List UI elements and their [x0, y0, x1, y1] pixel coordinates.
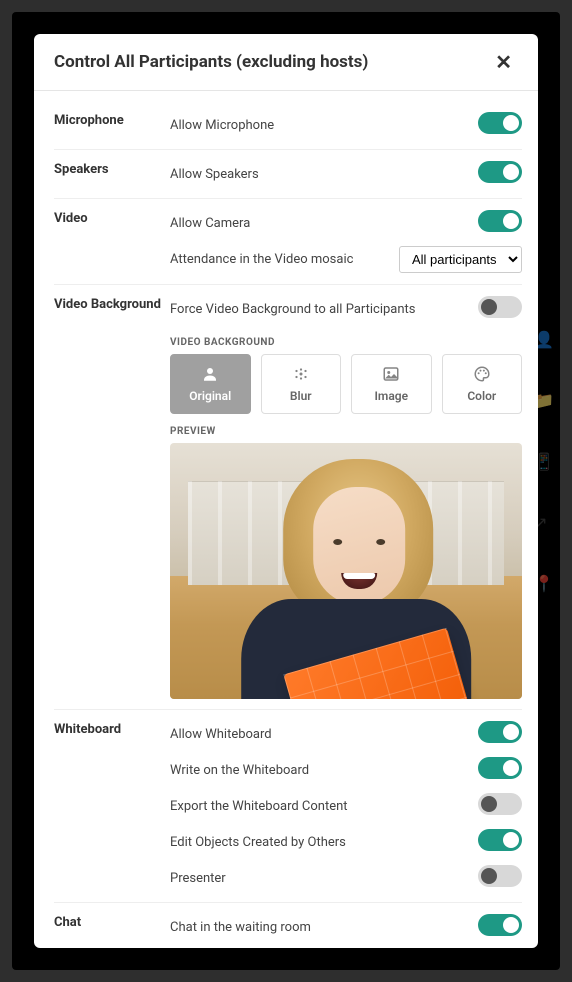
section-chat: Chat Chat in the waiting room Allow chat…	[54, 903, 522, 948]
video-bg-image-label: Image	[374, 389, 408, 403]
chat-waiting-label: Chat in the waiting room	[170, 920, 478, 935]
section-label-chat: Chat	[54, 909, 170, 930]
allow-speakers-label: Allow Speakers	[170, 167, 478, 182]
allow-camera-label: Allow Camera	[170, 216, 478, 231]
section-label-video-background: Video Background	[54, 291, 170, 312]
force-video-bg-toggle[interactable]	[478, 296, 522, 318]
video-background-heading: VIDEO BACKGROUND	[170, 337, 522, 348]
video-bg-blur-label: Blur	[290, 389, 312, 403]
person-icon	[201, 365, 219, 383]
allow-microphone-toggle[interactable]	[478, 112, 522, 134]
blur-icon	[292, 365, 310, 383]
export-whiteboard-toggle[interactable]	[478, 793, 522, 815]
allow-speakers-toggle[interactable]	[478, 161, 522, 183]
modal-body[interactable]: Microphone Allow Microphone Speakers All…	[34, 91, 538, 948]
close-button[interactable]: ✕	[489, 50, 518, 74]
video-bg-image[interactable]: Image	[351, 354, 432, 414]
modal-title: Control All Participants (excluding host…	[54, 52, 368, 72]
write-whiteboard-toggle[interactable]	[478, 757, 522, 779]
allow-camera-toggle[interactable]	[478, 210, 522, 232]
video-bg-color-label: Color	[467, 389, 496, 403]
modal-header: Control All Participants (excluding host…	[34, 34, 538, 91]
presenter-whiteboard-label: Presenter	[170, 871, 478, 886]
preview-heading: PREVIEW	[170, 426, 522, 437]
video-bg-color[interactable]: Color	[442, 354, 523, 414]
chat-waiting-toggle[interactable]	[478, 914, 522, 936]
video-bg-preview	[170, 443, 522, 699]
allow-whiteboard-label: Allow Whiteboard	[170, 727, 478, 742]
section-label-speakers: Speakers	[54, 156, 170, 177]
allow-whiteboard-toggle[interactable]	[478, 721, 522, 743]
allow-microphone-label: Allow Microphone	[170, 118, 478, 133]
section-speakers: Speakers Allow Speakers	[54, 150, 522, 199]
palette-icon	[473, 365, 491, 383]
section-whiteboard: Whiteboard Allow Whiteboard Write on the…	[54, 710, 522, 903]
video-bg-original-label: Original	[189, 389, 231, 403]
section-video: Video Allow Camera Attendance in the Vid…	[54, 199, 522, 285]
video-bg-original[interactable]: Original	[170, 354, 251, 414]
video-bg-blur[interactable]: Blur	[261, 354, 342, 414]
export-whiteboard-label: Export the Whiteboard Content	[170, 799, 478, 814]
image-icon	[382, 365, 400, 383]
section-label-microphone: Microphone	[54, 107, 170, 128]
section-video-background: Video Background Force Video Background …	[54, 285, 522, 710]
control-participants-modal: Control All Participants (excluding host…	[34, 34, 538, 948]
presenter-whiteboard-toggle[interactable]	[478, 865, 522, 887]
edit-others-whiteboard-label: Edit Objects Created by Others	[170, 835, 478, 850]
section-microphone: Microphone Allow Microphone	[54, 101, 522, 150]
force-video-bg-label: Force Video Background to all Participan…	[170, 302, 478, 317]
attendance-mosaic-label: Attendance in the Video mosaic	[170, 252, 399, 267]
write-whiteboard-label: Write on the Whiteboard	[170, 763, 478, 778]
section-label-video: Video	[54, 205, 170, 226]
edit-others-whiteboard-toggle[interactable]	[478, 829, 522, 851]
video-bg-options: Original Blur Image Color	[170, 354, 522, 414]
section-label-whiteboard: Whiteboard	[54, 716, 170, 737]
attendance-mosaic-select[interactable]: All participants	[399, 246, 522, 273]
